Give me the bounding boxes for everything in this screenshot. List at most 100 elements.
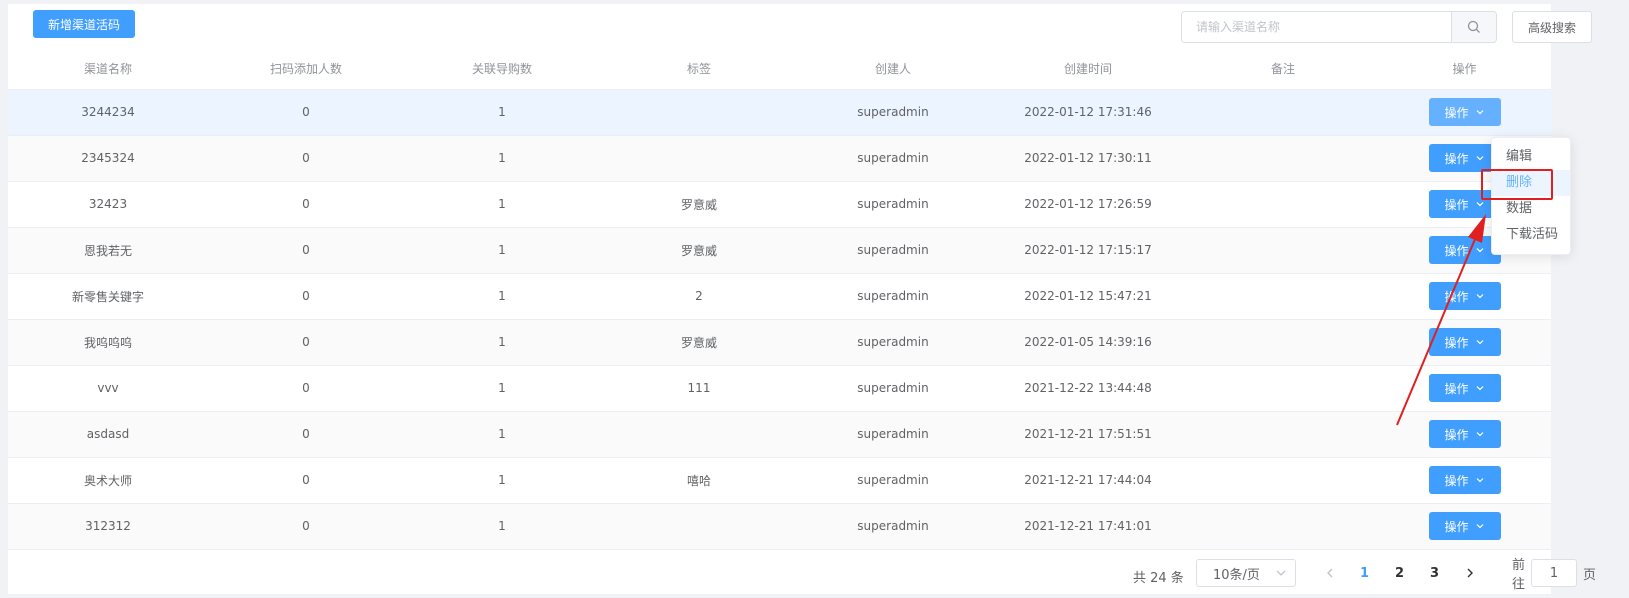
cell-tag: 罗意威 (600, 181, 798, 228)
next-page-button[interactable] (1452, 567, 1487, 579)
cell-scan-count: 0 (208, 365, 404, 412)
menu-item-edit[interactable]: 编辑 (1492, 144, 1570, 170)
row-action-button[interactable]: 操作 (1428, 144, 1501, 172)
table-row: 我呜呜呜 0 1 罗意威 superadmin 2022-01-05 14:39:16 操作 (8, 319, 1551, 366)
search-button[interactable] (1451, 12, 1496, 42)
table-row: 312312 0 1 superadmin 2021-12-21 17:41:01 操作 (8, 503, 1551, 550)
cell-guide-count: 1 (404, 89, 600, 136)
cell-guide-count: 1 (404, 135, 600, 182)
cell-scan-count: 0 (208, 457, 404, 504)
chevron-down-icon (1476, 248, 1483, 253)
cell-channel-name: 恩我若无 (8, 227, 208, 274)
cell-guide-count: 1 (404, 411, 600, 458)
goto-suffix: 页 (1583, 567, 1597, 583)
chevron-down-icon (1476, 340, 1483, 345)
row-action-label: 操作 (1444, 105, 1469, 120)
header-scan-count: 扫码添加人数 (208, 49, 404, 90)
cell-scan-count: 0 (208, 273, 404, 320)
cell-tag (600, 135, 798, 182)
header-tag: 标签 (600, 49, 798, 90)
cell-created-time: 2022-01-05 14:39:16 (988, 319, 1188, 366)
row-action-button[interactable]: 操作 (1428, 420, 1501, 448)
cell-note (1188, 181, 1378, 228)
cell-scan-count: 0 (208, 411, 404, 458)
chevron-down-icon (1476, 202, 1483, 207)
cell-creator: superadmin (798, 273, 988, 320)
page-2[interactable]: 2 (1382, 566, 1417, 581)
row-action-button[interactable]: 操作 (1428, 98, 1501, 126)
toolbar: 新增渠道活码 高级搜索 (8, 4, 1592, 49)
annotation-highlight-box (1481, 169, 1553, 200)
search-input[interactable] (1182, 12, 1451, 42)
row-action-button[interactable]: 操作 (1428, 466, 1501, 494)
cell-scan-count: 0 (208, 319, 404, 366)
cell-channel-name: 2345324 (8, 135, 208, 182)
cell-actions: 操作 (1378, 273, 1551, 320)
cell-creator: superadmin (798, 411, 988, 458)
cell-scan-count: 0 (208, 227, 404, 274)
cell-creator: superadmin (798, 457, 988, 504)
row-action-button[interactable]: 操作 (1428, 328, 1501, 356)
chevron-down-icon (1476, 294, 1483, 299)
cell-tag: 嘻哈 (600, 457, 798, 504)
row-action-label: 操作 (1444, 197, 1469, 212)
advanced-search-button[interactable]: 高级搜索 (1512, 11, 1592, 43)
cell-note (1188, 457, 1378, 504)
chevron-down-icon (1476, 386, 1483, 391)
prev-page-button[interactable] (1312, 567, 1347, 579)
row-action-label: 操作 (1444, 381, 1469, 396)
row-action-button[interactable]: 操作 (1428, 512, 1501, 540)
cell-tag (600, 89, 798, 136)
row-action-label: 操作 (1444, 335, 1469, 350)
row-action-button[interactable]: 操作 (1428, 282, 1501, 310)
page-3[interactable]: 3 (1417, 566, 1452, 581)
table-body: 3244234 0 1 superadmin 2022-01-12 17:31:46 操作… (8, 89, 1551, 550)
row-action-label: 操作 (1444, 243, 1469, 258)
cell-note (1188, 319, 1378, 366)
cell-note (1188, 503, 1378, 550)
cell-note (1188, 89, 1378, 136)
cell-tag: 罗意威 (600, 227, 798, 274)
cell-creator: superadmin (798, 89, 988, 136)
goto-prefix: 前往 (1512, 558, 1526, 592)
page-1[interactable]: 1 (1347, 566, 1382, 581)
table-row: 恩我若无 0 1 罗意威 superadmin 2022-01-12 17:15:17 操作 (8, 227, 1551, 274)
cell-scan-count: 0 (208, 89, 404, 136)
header-creator: 创建人 (798, 49, 988, 90)
chevron-down-icon (1476, 524, 1483, 529)
table-row: 新零售关键字 0 1 2 superadmin 2022-01-12 15:47:21 操作 (8, 273, 1551, 320)
cell-channel-name: asdasd (8, 411, 208, 458)
cell-scan-count: 0 (208, 181, 404, 228)
cell-creator: superadmin (798, 503, 988, 550)
page-scrollbar[interactable] (1616, 0, 1629, 598)
row-action-button[interactable]: 操作 (1428, 236, 1501, 264)
page-size-select[interactable]: 10条/页 (1196, 559, 1296, 587)
cell-creator: superadmin (798, 227, 988, 274)
cell-created-time: 2022-01-12 17:15:17 (988, 227, 1188, 274)
add-channel-code-button[interactable]: 新增渠道活码 (33, 10, 135, 38)
cell-channel-name: 312312 (8, 503, 208, 550)
chevron-down-icon (1476, 110, 1483, 115)
cell-guide-count: 1 (404, 365, 600, 412)
page-size-value: 10条/页 (1213, 567, 1260, 583)
cell-channel-name: 我呜呜呜 (8, 319, 208, 366)
table-header-row: 渠道名称 扫码添加人数 关联导购数 标签 创建人 创建时间 备注 操作 (8, 49, 1551, 90)
chevron-right-icon (1467, 568, 1473, 578)
goto-page-input[interactable] (1531, 559, 1578, 587)
header-note: 备注 (1188, 49, 1378, 90)
cell-note (1188, 365, 1378, 412)
row-action-label: 操作 (1444, 427, 1469, 442)
cell-created-time: 2021-12-22 13:44:48 (988, 365, 1188, 412)
cell-guide-count: 1 (404, 503, 600, 550)
cell-tag: 2 (600, 273, 798, 320)
cell-guide-count: 1 (404, 273, 600, 320)
row-action-label: 操作 (1444, 473, 1469, 488)
cell-channel-name: 32423 (8, 181, 208, 228)
cell-actions: 操作 (1378, 503, 1551, 550)
cell-actions: 操作 (1378, 365, 1551, 412)
cell-tag (600, 503, 798, 550)
table-row: 奥术大师 0 1 嘻哈 superadmin 2021-12-21 17:44:04 操作 (8, 457, 1551, 504)
menu-item-download-code[interactable]: 下载活码 (1492, 222, 1570, 248)
row-action-button[interactable]: 操作 (1428, 374, 1501, 402)
cell-actions: 操作 (1378, 411, 1551, 458)
